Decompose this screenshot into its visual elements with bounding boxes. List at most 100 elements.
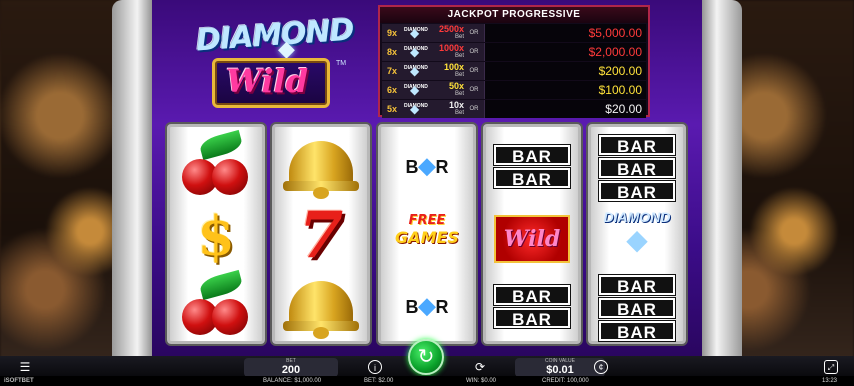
jackpot-multiplier: 9x	[386, 28, 397, 38]
or-label: OR	[469, 106, 479, 112]
leaf-icon	[198, 129, 244, 161]
cherry-icon	[212, 159, 248, 195]
or-label: OR	[469, 49, 479, 55]
free-label: FREE	[408, 213, 446, 228]
coin-value: $0.01	[546, 364, 574, 376]
bar-letter-r: R	[435, 297, 449, 317]
jackpot-row: 9x DIAMOND ◆ 2500x Bet OR $5,000.00	[382, 24, 646, 42]
bar-tile: BAR	[494, 168, 570, 189]
bell-icon	[289, 141, 353, 185]
bet-multiple-value: 2500x	[438, 24, 464, 34]
game-logo: DIAMOND ◆ Wild TM	[186, 13, 356, 110]
bar-letter-b: B	[405, 297, 419, 317]
info-icon[interactable]: i	[368, 360, 382, 374]
bar-tile: BAR	[494, 145, 570, 166]
status-bar: iSOFTBET BALANCE: $1,000.00 BET: $2.00 W…	[0, 376, 854, 386]
double-bar-symbol: BAR BAR	[486, 131, 578, 201]
dollar-sign-icon: $	[197, 204, 235, 268]
reel-5: BAR BAR BAR DIAMOND ◆ BAR BAR BAR	[588, 124, 686, 344]
jackpot-multiplier: 7x	[386, 66, 397, 76]
jackpot-rows: 9x DIAMOND ◆ 2500x Bet OR $5,000.00 8x DIAMOND ◆ 1…	[380, 24, 648, 118]
bet-multiple-label: Bet	[454, 53, 464, 59]
autoplay-icon[interactable]: ⟳	[473, 360, 487, 374]
bar-tile: BAR	[599, 158, 675, 179]
diamond-icon: DIAMOND ◆	[404, 83, 428, 97]
wild-symbol: Wild	[486, 201, 578, 271]
diamond-logo-symbol: DIAMOND ◆	[591, 201, 683, 271]
jackpot-row: 5x DIAMOND ◆ 10x Bet OR $20.00	[382, 100, 646, 118]
leaf-icon	[198, 269, 244, 301]
bar-tile: BAR	[599, 181, 675, 202]
bell-icon	[289, 281, 353, 325]
diamond-icon: DIAMOND ◆	[404, 102, 428, 116]
games-label: GAMES	[395, 228, 459, 247]
balance-readout: BALANCE: $1,000.00	[263, 378, 322, 384]
jackpot-multiplier: 6x	[386, 85, 397, 95]
jackpot-bet-multiple: 10x Bet	[434, 101, 464, 117]
jackpot-bet-multiple: 1000x Bet	[434, 44, 464, 60]
diamond-label: DIAMOND	[603, 209, 671, 225]
seven-symbol: 7	[275, 201, 367, 271]
free-games-symbol: FREE GAMES	[381, 201, 473, 271]
bet-multiple-value: 1000x	[438, 43, 464, 53]
bar-tile: BAR	[494, 308, 570, 329]
bet-multiple-value: 100x	[443, 62, 464, 72]
bar-letter-b: B	[405, 157, 419, 177]
wild-label: Wild	[494, 215, 570, 263]
triple-bar-symbol: BAR BAR BAR	[591, 271, 683, 342]
bar-diamond-symbol: B◆R	[381, 271, 473, 341]
jackpot-value: $20.00	[484, 100, 646, 118]
reel-1: $	[167, 124, 265, 344]
or-label: OR	[469, 30, 479, 36]
menu-icon[interactable]: ☰	[18, 360, 32, 374]
diamond-icon: DIAMOND ◆	[404, 26, 428, 40]
bar-diamond-symbol: B◆R	[381, 131, 473, 201]
diamond-icon: DIAMOND ◆	[404, 45, 428, 59]
credit-readout: CREDIT: 100,000	[542, 378, 589, 384]
reel-3: B◆R FREE GAMES B◆R	[378, 124, 476, 344]
triple-bar-symbol: BAR BAR BAR	[591, 131, 683, 202]
bar-tile: BAR	[599, 135, 675, 156]
bar-tile: BAR	[599, 321, 675, 342]
jackpot-multiplier: 8x	[386, 47, 397, 57]
coins-icon[interactable]: ¢	[594, 360, 608, 374]
diamond-icon: ◆	[418, 153, 436, 178]
diamond-icon: DIAMOND ◆	[404, 64, 428, 78]
or-label: OR	[469, 87, 479, 93]
bell-symbol	[275, 131, 367, 201]
spin-button[interactable]: ↻	[408, 339, 444, 375]
jackpot-row: 8x DIAMOND ◆ 1000x Bet OR $2,000.00	[382, 43, 646, 61]
reel-2: 7	[272, 124, 370, 344]
jackpot-value: $5,000.00	[484, 24, 646, 42]
logo-subtitle: Wild	[226, 62, 309, 100]
bet-multiple-label: Bet	[454, 110, 464, 116]
jackpot-bet-multiple: 100x Bet	[434, 63, 464, 79]
jackpot-value: $2,000.00	[484, 43, 646, 61]
bar-tile: BAR	[494, 285, 570, 306]
or-label: OR	[469, 68, 479, 74]
bar-tile: BAR	[599, 298, 675, 319]
bet-selector[interactable]: BET 200	[244, 358, 338, 377]
diamond-icon: ◆	[626, 224, 648, 255]
reel-4: BAR BAR Wild BAR BAR	[483, 124, 581, 344]
jackpot-row: 7x DIAMOND ◆ 100x Bet OR $200.00	[382, 62, 646, 80]
jackpot-progressive-table: JACKPOT PROGRESSIVE 9x DIAMOND ◆ 2500x Bet OR…	[378, 5, 650, 118]
jackpot-multiplier: 5x	[386, 104, 397, 114]
logo-trademark: TM	[336, 60, 347, 67]
brand-label: iSOFTBET	[4, 378, 34, 384]
bar-letter-r: R	[435, 157, 449, 177]
jackpot-value: $100.00	[484, 81, 646, 99]
seven-icon: 7	[298, 198, 344, 273]
bar-tile: BAR	[599, 275, 675, 296]
coin-value-selector[interactable]: COIN VALUE $0.01	[515, 358, 605, 377]
cherry-symbol	[170, 269, 262, 341]
diamond-icon: ◆	[418, 293, 436, 318]
bet-multiple-label: Bet	[454, 34, 464, 40]
spin-icon: ↻	[417, 346, 435, 368]
bet-multiple-label: Bet	[454, 91, 464, 97]
jackpot-bet-multiple: 50x Bet	[434, 82, 464, 98]
jackpot-bet-multiple: 2500x Bet	[434, 25, 464, 41]
fullscreen-icon[interactable]: ⤢	[824, 360, 838, 374]
jackpot-title: JACKPOT PROGRESSIVE	[380, 7, 648, 23]
bet-multiple-value: 50x	[448, 81, 464, 91]
